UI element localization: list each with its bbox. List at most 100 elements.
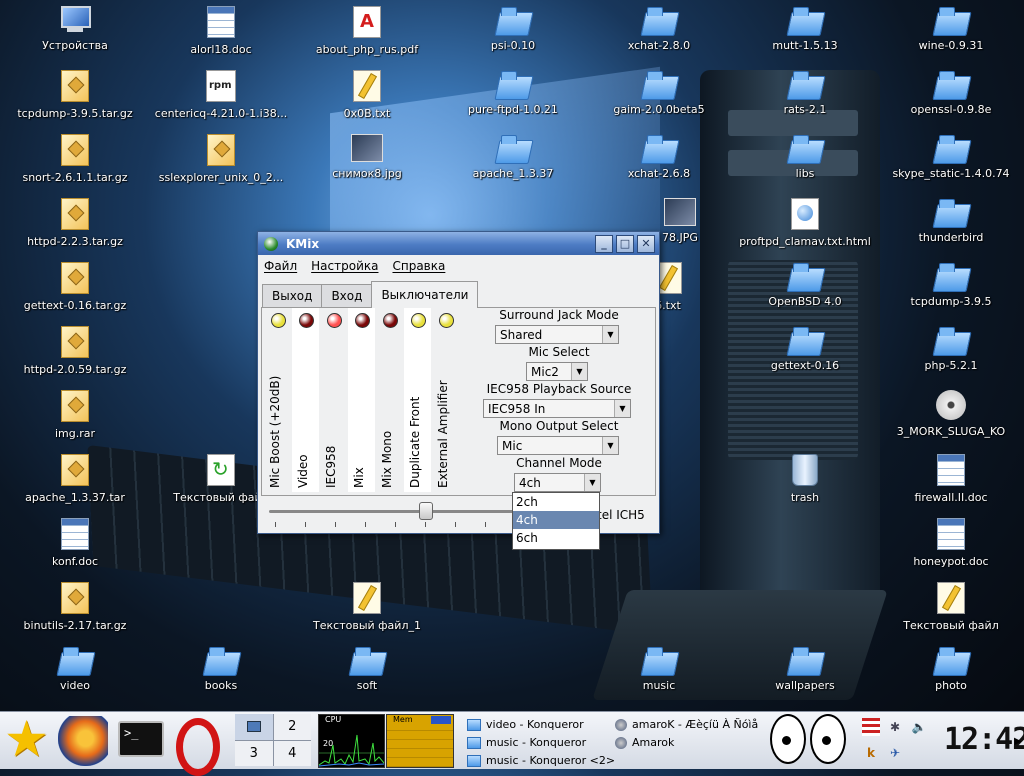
chevron-down-icon[interactable]: ▼ xyxy=(584,474,600,491)
chevron-down-icon[interactable]: ▼ xyxy=(614,400,630,417)
switch-led-icon[interactable] xyxy=(355,313,370,328)
mic-select-combo[interactable]: Mic2 ▼ xyxy=(526,362,588,381)
cpu-monitor[interactable]: CPU 20 xyxy=(318,714,385,768)
desktop-icon[interactable]: Текстовый файл xyxy=(881,582,1021,642)
tab-output[interactable]: Выход xyxy=(262,284,323,307)
minimize-button[interactable]: _ xyxy=(595,234,613,253)
pager-desktop-3[interactable]: 3 xyxy=(235,740,273,766)
switch-led-icon[interactable] xyxy=(411,313,426,328)
desktop-icon[interactable]: rats-2.1 xyxy=(735,70,875,130)
desktop-icon[interactable]: about_php_rus.pdf xyxy=(297,6,437,66)
surround-jack-mode-combo[interactable]: Shared ▼ xyxy=(495,325,619,344)
desktop-icon[interactable]: xchat-2.6.8 xyxy=(589,134,729,194)
switch-led-icon[interactable] xyxy=(299,313,314,328)
desktop-icon[interactable]: 3_MORK_SLUGA_KO xyxy=(881,390,1021,450)
desktop-icon[interactable]: photo xyxy=(881,646,1021,706)
memory-monitor[interactable]: Mem xyxy=(386,714,454,768)
desktop-icon[interactable]: php-5.2.1 xyxy=(881,326,1021,386)
menu-help[interactable]: Справка xyxy=(392,259,445,273)
chevron-down-icon[interactable]: ▼ xyxy=(571,363,587,380)
switch-led-icon[interactable] xyxy=(439,313,454,328)
desktop-icon[interactable]: skype_static-1.4.0.74 xyxy=(881,134,1021,194)
desktop-icon[interactable]: tcpdump-3.9.5 xyxy=(881,262,1021,322)
desktop-icon[interactable]: Устройства xyxy=(5,6,145,66)
opera-icon[interactable] xyxy=(170,716,220,776)
desktop-icon[interactable]: apache_1.3.37.tar xyxy=(5,454,145,514)
desktop-icon[interactable]: tcpdump-3.9.5.tar.gz xyxy=(5,70,145,130)
mono-output-select-combo[interactable]: Mic ▼ xyxy=(497,436,619,455)
maximize-button[interactable]: □ xyxy=(616,234,634,253)
tab-input[interactable]: Вход xyxy=(321,284,373,307)
switch-led-icon[interactable] xyxy=(327,313,342,328)
network-icon[interactable]: ✈ xyxy=(886,744,904,762)
taskbar-task[interactable]: music - Konqueror xyxy=(467,734,586,751)
desktop-icon[interactable]: снимок8.jpg xyxy=(297,134,437,194)
volume-icon[interactable]: 🔈 xyxy=(910,718,928,736)
taskbar-task[interactable]: music - Konqueror <2> xyxy=(467,752,615,769)
desktop-icon[interactable]: img.rar xyxy=(5,390,145,450)
konsole-icon[interactable] xyxy=(114,716,164,766)
desktop-icon[interactable]: soft xyxy=(297,646,437,706)
taskbar-task[interactable]: video - Konqueror xyxy=(467,716,584,733)
desktop-icon[interactable]: gettext-0.16.tar.gz xyxy=(5,262,145,322)
firefox-icon[interactable] xyxy=(58,716,108,766)
desktop-icon[interactable]: httpd-2.2.3.tar.gz xyxy=(5,198,145,258)
desktop-icon[interactable]: honeypot.doc xyxy=(881,518,1021,578)
close-button[interactable]: ✕ xyxy=(637,234,655,253)
desktop-icon[interactable]: 0x0B.txt xyxy=(297,70,437,130)
taskbar-task[interactable]: amaroK - Æèçíü À Ñóìå xyxy=(615,716,758,733)
desktop-icon[interactable]: mutt-1.5.13 xyxy=(735,6,875,66)
kmix-app-icon[interactable] xyxy=(264,236,278,251)
desktop-icon[interactable]: video xyxy=(5,646,145,706)
taskbar-task[interactable]: Amarok xyxy=(615,734,674,751)
menu-file[interactable]: Файл xyxy=(264,259,297,273)
chevron-down-icon[interactable]: ▼ xyxy=(602,326,618,343)
desktop-icon[interactable]: binutils-2.17.tar.gz xyxy=(5,582,145,642)
desktop-icon[interactable]: OpenBSD 4.0 xyxy=(735,262,875,322)
desktop-icon[interactable]: Текстовый файл_1 xyxy=(297,582,437,642)
channel-option-2ch[interactable]: 2ch xyxy=(513,493,599,511)
desktop-icon[interactable]: xchat-2.8.0 xyxy=(589,6,729,66)
desktop-icon[interactable]: thunderbird xyxy=(881,198,1021,258)
desktop-icon[interactable]: libs xyxy=(735,134,875,194)
desktop-icon[interactable]: music xyxy=(589,646,729,706)
desktop-icon[interactable]: snort-2.6.1.1.tar.gz xyxy=(5,134,145,194)
desktop-icon[interactable]: centericq-4.21.0-1.i38... xyxy=(151,70,291,130)
pager-desktop-4[interactable]: 4 xyxy=(273,740,311,766)
kde-wallet-icon[interactable]: k xyxy=(862,744,880,762)
channel-option-6ch[interactable]: 6ch xyxy=(513,529,599,547)
pager-desktop-1[interactable] xyxy=(235,714,273,740)
desktop-icon[interactable]: gettext-0.16 xyxy=(735,326,875,386)
desktop-icon[interactable]: gaim-2.0.0beta5 xyxy=(589,70,729,130)
tab-switches[interactable]: Выключатели xyxy=(371,281,479,308)
balance-slider-track[interactable] xyxy=(269,510,519,513)
channel-option-4ch[interactable]: 4ch xyxy=(513,511,599,529)
kmix-titlebar[interactable]: KMix _ □ ✕ xyxy=(258,232,659,255)
desktop-icon[interactable]: apache_1.3.37 xyxy=(443,134,583,194)
desktop-icon[interactable]: firewall.II.doc xyxy=(881,454,1021,514)
klipper-icon[interactable]: ✱ xyxy=(886,718,904,736)
kmenu-star-icon[interactable] xyxy=(2,710,52,768)
pager-desktop-2[interactable]: 2 xyxy=(273,714,311,740)
chevron-right-icon[interactable]: ▶ xyxy=(1014,736,1022,747)
desktop-icon[interactable]: openssl-0.9.8e xyxy=(881,70,1021,130)
desktop-icon[interactable]: pure-ftpd-1.0.21 xyxy=(443,70,583,130)
iec958-playback-source-combo[interactable]: IEC958 In ▼ xyxy=(483,399,631,418)
balance-slider-handle[interactable] xyxy=(419,502,433,520)
desktop-icon[interactable]: psi-0.10 xyxy=(443,6,583,66)
switch-led-icon[interactable] xyxy=(271,313,286,328)
desktop-icon[interactable]: alorl18.doc xyxy=(151,6,291,66)
desktop-icon[interactable]: httpd-2.0.59.tar.gz xyxy=(5,326,145,386)
desktop-icon[interactable]: konf.doc xyxy=(5,518,145,578)
channel-mode-combo[interactable]: 4ch ▼ xyxy=(514,473,601,492)
desktop-icon[interactable]: proftpd_clamav.txt.html xyxy=(735,198,875,258)
switch-led-icon[interactable] xyxy=(383,313,398,328)
clock[interactable]: 12:42 xyxy=(944,722,1024,757)
desktop-icon[interactable]: books xyxy=(151,646,291,706)
us-flag-icon[interactable] xyxy=(862,718,880,736)
desktop-icon[interactable]: sslexplorer_unix_0_2... xyxy=(151,134,291,194)
desktop-icon[interactable]: trash xyxy=(735,454,875,514)
chevron-down-icon[interactable]: ▼ xyxy=(602,437,618,454)
desktop-icon[interactable]: wallpapers xyxy=(735,646,875,706)
desktop-icon[interactable]: wine-0.9.31 xyxy=(881,6,1021,66)
